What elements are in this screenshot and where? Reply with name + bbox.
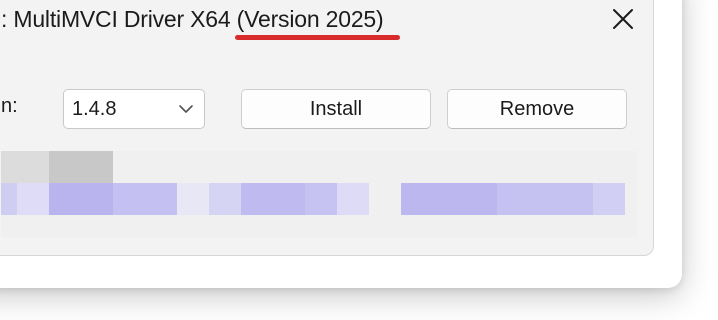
version-label: n: — [1, 95, 18, 117]
redacted-block — [1, 151, 49, 183]
redacted-block — [401, 183, 497, 215]
title-bar: : MultiMVCI Driver X64 (Version 2025) — [0, 0, 653, 39]
remove-button[interactable]: Remove — [447, 89, 627, 129]
redacted-progress-area — [1, 151, 637, 237]
redacted-block — [337, 183, 369, 215]
redacted-block — [49, 183, 113, 215]
redacted-block — [497, 183, 593, 215]
redacted-block — [17, 183, 49, 215]
version-select[interactable]: 1.4.8 — [63, 89, 205, 129]
window-title-prefix: : MultiMVCI Driver X64 — [1, 6, 237, 32]
window-title: : MultiMVCI Driver X64 (Version 2025) — [1, 5, 384, 33]
redacted-block — [1, 183, 17, 215]
redacted-block — [241, 183, 305, 215]
version-select-value: 1.4.8 — [72, 98, 117, 120]
redacted-block — [305, 183, 337, 215]
annotation-underline — [235, 35, 400, 40]
window-title-version: (Version 2025) — [236, 6, 384, 32]
redacted-block — [49, 151, 113, 183]
redacted-block — [177, 183, 209, 215]
close-icon — [613, 9, 633, 29]
redacted-block — [209, 183, 241, 215]
install-button[interactable]: Install — [241, 89, 431, 129]
chevron-down-icon — [179, 105, 193, 113]
redacted-block — [113, 183, 177, 215]
redacted-block — [593, 183, 625, 215]
driver-installer-window: : MultiMVCI Driver X64 (Version 2025) n:… — [0, 0, 654, 256]
close-button[interactable] — [603, 1, 643, 37]
